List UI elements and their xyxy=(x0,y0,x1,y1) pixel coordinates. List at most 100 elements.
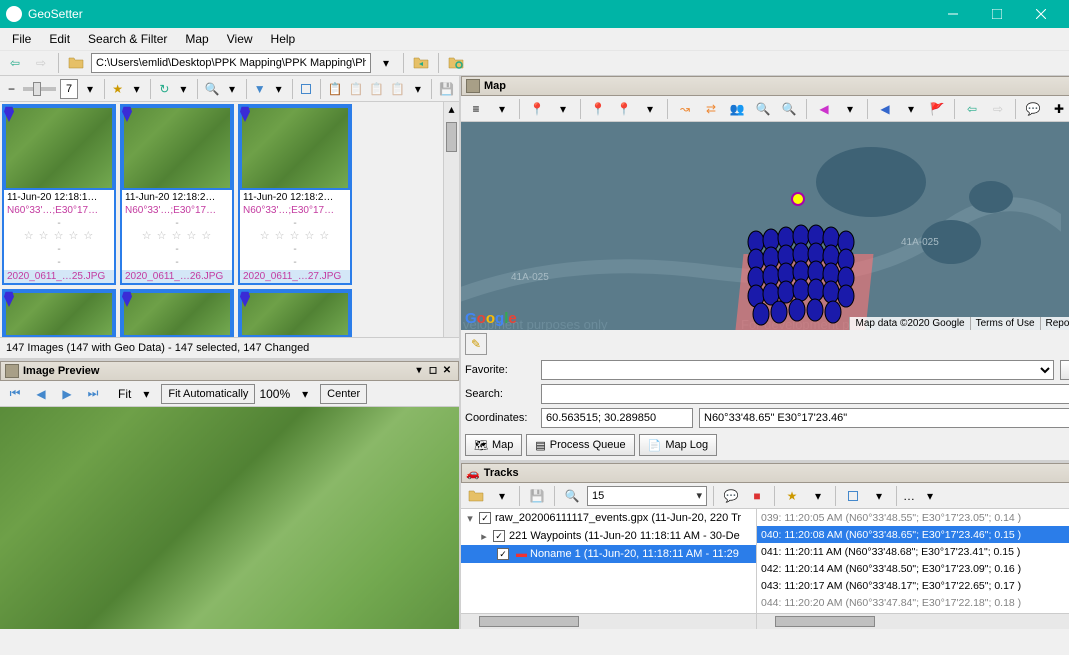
more-label[interactable]: … xyxy=(903,489,915,503)
report-link[interactable]: Report a map error xyxy=(1040,317,1069,330)
edit-marker-button[interactable]: ✎ xyxy=(465,333,487,355)
prev-image-button[interactable]: ◀ xyxy=(30,383,52,405)
map-opts-dropdown[interactable]: ▾ xyxy=(491,98,513,120)
crosshair-button[interactable]: ✚ xyxy=(1048,98,1069,120)
marker-dropdown[interactable]: ▾ xyxy=(552,98,574,120)
add-edit-button[interactable]: Add/Edit… xyxy=(1060,360,1069,380)
track-sync-button[interactable]: ⇄ xyxy=(700,98,722,120)
maximize-button[interactable] xyxy=(975,0,1019,28)
marker-button[interactable]: 📍 xyxy=(526,98,548,120)
menu-file[interactable]: File xyxy=(4,30,39,48)
first-image-button[interactable]: ⏮ xyxy=(4,383,26,405)
minimize-button[interactable] xyxy=(931,0,975,28)
process-queue-button[interactable]: ▤Process Queue xyxy=(526,434,634,456)
tracks-open-dropdown[interactable]: ▾ xyxy=(491,485,513,507)
thumbnail-card[interactable]: 11-Jun-20 12:18:2… N60°33'…;E30°17… - ☆ … xyxy=(120,104,234,285)
zoom-value[interactable]: 7 xyxy=(60,79,79,99)
paste2-button[interactable]: 📋 xyxy=(368,78,385,100)
menu-map[interactable]: Map xyxy=(177,30,216,48)
zoom-dropdown[interactable]: ▾ xyxy=(82,78,97,100)
rating-stars[interactable]: ☆ ☆ ☆ ☆ ☆ xyxy=(125,230,229,243)
marker-cluster[interactable]: /* decorative blobs drawn inline below *… xyxy=(731,204,881,330)
waypoint-list[interactable]: 039: 11:20:05 AM (N60°33'48.55"; E30°17'… xyxy=(757,509,1069,613)
record-button[interactable]: ■ xyxy=(746,485,768,507)
folder-open-button[interactable] xyxy=(65,52,87,74)
panel-restore-button[interactable]: ◻ xyxy=(426,364,440,378)
folder-refresh-button[interactable] xyxy=(445,52,467,74)
checkbox[interactable]: ✓ xyxy=(479,512,491,524)
tree-row-track[interactable]: ✓ ▬ Noname 1 (11-Jun-20, 11:18:11 AM - 1… xyxy=(461,545,756,563)
favorite-dropdown[interactable]: ▾ xyxy=(129,78,144,100)
waypoint-hscroll[interactable] xyxy=(757,613,1069,629)
nav-back-button[interactable]: ⇦ xyxy=(4,52,26,74)
close-button[interactable] xyxy=(1019,0,1063,28)
rating-stars[interactable]: ☆ ☆ ☆ ☆ ☆ xyxy=(7,230,111,243)
track-search-button[interactable]: 🔍 xyxy=(752,98,774,120)
waypoint-row[interactable]: 041: 11:20:11 AM (N60°33'48.68"; E30°17'… xyxy=(757,543,1069,560)
menu-view[interactable]: View xyxy=(219,30,261,48)
next-image-button[interactable]: ▶ xyxy=(56,383,78,405)
search-input[interactable] xyxy=(541,384,1069,404)
waypoint-row[interactable]: 044: 11:20:20 AM (N60°33'47.84"; E30°17'… xyxy=(757,594,1069,611)
expander-icon[interactable]: ▾ xyxy=(465,512,475,525)
marker-add-button[interactable]: 📍 xyxy=(587,98,609,120)
map-tab-button[interactable]: 🗺Map xyxy=(465,434,522,456)
copy-button[interactable]: 📋 xyxy=(327,78,344,100)
view-dropdown[interactable]: ▾ xyxy=(868,485,890,507)
back-button[interactable]: ⇦ xyxy=(961,98,983,120)
checkbox[interactable]: ✓ xyxy=(497,548,509,560)
waypoint-row[interactable]: 043: 11:20:17 AM (N60°33'48.17"; E30°17'… xyxy=(757,577,1069,594)
nav-prev-blue[interactable]: ◀ xyxy=(874,98,896,120)
chat-button[interactable]: 💬 xyxy=(720,485,742,507)
rating-stars[interactable]: ☆ ☆ ☆ ☆ ☆ xyxy=(243,230,347,243)
panel-close-button[interactable]: ✕ xyxy=(440,364,454,378)
nav-forward-button[interactable]: ⇨ xyxy=(30,52,52,74)
refresh-button[interactable]: ↻ xyxy=(157,78,172,100)
map-log-button[interactable]: 📄Map Log xyxy=(639,434,718,456)
folder-go-button[interactable] xyxy=(410,52,432,74)
center-button[interactable]: Center xyxy=(320,384,367,404)
forward-button[interactable]: ⇨ xyxy=(987,98,1009,120)
zoom-reset-button[interactable]: 🔍 xyxy=(778,98,800,120)
marker-remove-button[interactable]: 📍 xyxy=(613,98,635,120)
tracks-search-button[interactable]: 🔍 xyxy=(561,485,583,507)
favorite-combo[interactable] xyxy=(541,360,1054,380)
search-dropdown[interactable]: ▾ xyxy=(224,78,239,100)
waypoint-row[interactable]: 040: 11:20:08 AM (N60°33'48.65"; E30°17'… xyxy=(757,526,1069,543)
track-button[interactable]: ↝ xyxy=(674,98,696,120)
menu-edit[interactable]: Edit xyxy=(41,30,78,48)
panel-dropdown-button[interactable]: ▾ xyxy=(412,364,426,378)
path-dropdown-button[interactable]: ▾ xyxy=(375,52,397,74)
zoom-out-button[interactable]: − xyxy=(4,78,19,100)
zoom-slider[interactable] xyxy=(23,87,56,91)
tracks-save-button[interactable]: 💾 xyxy=(526,485,548,507)
filter-button[interactable]: ▼ xyxy=(252,78,267,100)
search-button[interactable]: 🔍 xyxy=(204,78,221,100)
favorite-dropdown[interactable]: ▾ xyxy=(807,485,829,507)
tree-hscroll[interactable] xyxy=(461,613,756,629)
marker-remove-dropdown[interactable]: ▾ xyxy=(639,98,661,120)
filter-dropdown[interactable]: ▾ xyxy=(271,78,286,100)
thumbnail-card[interactable] xyxy=(120,289,234,337)
favorite-folder-button[interactable]: ★ xyxy=(110,78,125,100)
waypoint-row[interactable]: 042: 11:20:14 AM (N60°33'48.50"; E30°17'… xyxy=(757,560,1069,577)
preview-image[interactable] xyxy=(0,407,459,629)
checkbox[interactable]: ✓ xyxy=(493,530,505,542)
terms-link[interactable]: Terms of Use xyxy=(970,317,1040,330)
tracks-open-button[interactable] xyxy=(465,485,487,507)
path-input[interactable] xyxy=(91,53,371,73)
fit-dropdown[interactable]: ▾ xyxy=(135,383,157,405)
marker-pink-button[interactable]: ◀ xyxy=(813,98,835,120)
menu-help[interactable]: Help xyxy=(263,30,304,48)
waypoint-row[interactable]: 039: 11:20:05 AM (N60°33'48.55"; E30°17'… xyxy=(757,509,1069,526)
thumbnail-card[interactable]: 11-Jun-20 12:18:2… N60°33'…;E30°17… - ☆ … xyxy=(238,104,352,285)
paste-dropdown[interactable]: ▾ xyxy=(410,78,425,100)
menu-search-filter[interactable]: Search & Filter xyxy=(80,30,175,48)
marker-pink-dropdown[interactable]: ▾ xyxy=(839,98,861,120)
map-view[interactable]: 41A-025 41A-025 41A-025 velopment purpos… xyxy=(461,122,1069,330)
view-button[interactable] xyxy=(842,485,864,507)
nav-flag-button[interactable]: 🚩 xyxy=(926,98,948,120)
expander-icon[interactable]: ▸ xyxy=(479,530,489,543)
coords-dms-input[interactable] xyxy=(699,408,1069,428)
last-image-button[interactable]: ⏭ xyxy=(82,383,104,405)
